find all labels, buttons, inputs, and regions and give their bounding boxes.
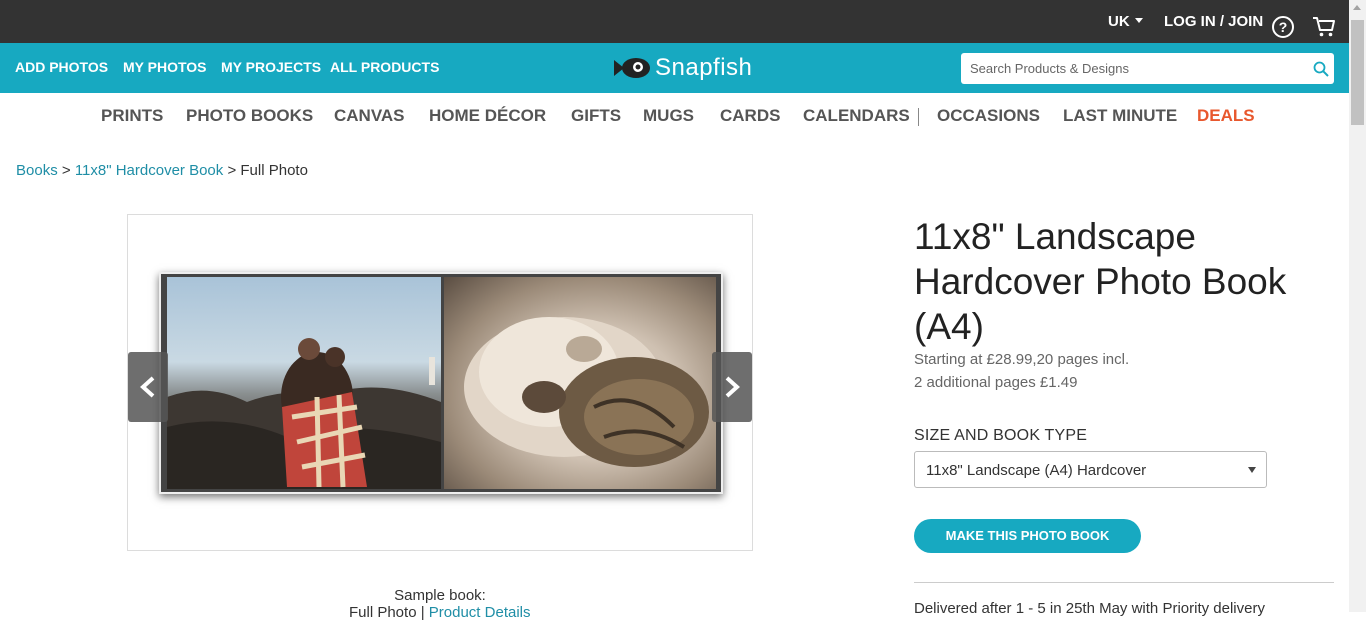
cats-photo xyxy=(444,277,716,489)
section-divider xyxy=(914,582,1334,583)
nav-add-photos[interactable]: ADD PHOTOS xyxy=(15,59,108,75)
make-photo-book-button[interactable]: MAKE THIS PHOTO BOOK xyxy=(914,519,1141,553)
scrollbar-thumb[interactable] xyxy=(1351,20,1364,125)
chevron-left-icon xyxy=(140,376,155,398)
gallery-caption-line2: Full Photo | Product Details xyxy=(349,604,531,621)
logo-text: Snapfish xyxy=(655,54,753,81)
size-book-type-select[interactable]: 11x8" Landscape (A4) Hardcover xyxy=(914,451,1267,488)
price-starting: Starting at £28.99,20 pages incl. xyxy=(914,351,1130,368)
breadcrumb-separator: > xyxy=(61,162,71,179)
product-gallery xyxy=(127,214,753,551)
region-label: UK xyxy=(1108,13,1130,30)
breadcrumb-current: Full Photo xyxy=(240,162,308,179)
gallery-next-button[interactable] xyxy=(712,352,752,422)
category-divider xyxy=(918,108,919,126)
region-selector[interactable]: UK xyxy=(1108,13,1143,30)
search-input[interactable] xyxy=(961,53,1301,84)
nav-my-projects[interactable]: MY PROJECTS xyxy=(221,59,321,75)
breadcrumb-hardcover-book[interactable]: 11x8" Hardcover Book xyxy=(75,162,223,179)
gallery-caption: Sample book: xyxy=(394,587,486,604)
nav-my-photos[interactable]: MY PHOTOS xyxy=(123,59,207,75)
main-nav-bar: ADD PHOTOS MY PHOTOS MY PROJECTS ALL PRO… xyxy=(0,43,1349,93)
gallery-prev-button[interactable] xyxy=(128,352,168,422)
category-nav: PRINTS PHOTO BOOKS CANVAS HOME DÉCOR GIF… xyxy=(0,93,1349,139)
couple-photo xyxy=(167,277,441,489)
breadcrumb-separator: > xyxy=(227,162,237,179)
cat-calendars[interactable]: CALENDARS xyxy=(803,106,910,126)
price-additional-pages: 2 additional pages £1.49 xyxy=(914,374,1078,391)
snapfish-logo[interactable]: Snapfish xyxy=(612,52,752,84)
help-icon[interactable]: ? xyxy=(1272,16,1294,38)
top-utility-bar: UK LOG IN / JOIN ? xyxy=(0,0,1349,43)
breadcrumb: Books > 11x8" Hardcover Book > Full Phot… xyxy=(16,162,308,179)
caption-separator: | xyxy=(416,604,429,621)
cat-last-minute[interactable]: LAST MINUTE xyxy=(1063,106,1177,126)
cat-home-decor[interactable]: HOME DÉCOR xyxy=(429,106,546,126)
login-join-link[interactable]: LOG IN / JOIN xyxy=(1164,13,1263,30)
nav-all-products[interactable]: ALL PRODUCTS xyxy=(330,59,439,75)
dropdown-arrow-icon xyxy=(1248,467,1256,473)
caption-style-label: Full Photo xyxy=(349,604,417,621)
size-select-value: 11x8" Landscape (A4) Hardcover xyxy=(926,462,1147,479)
fish-logo-icon xyxy=(614,58,650,78)
product-title: 11x8" Landscape Hardcover Photo Book (A4… xyxy=(914,216,1287,347)
page-scrollbar[interactable] xyxy=(1349,0,1366,612)
open-book-image xyxy=(159,272,723,494)
cat-photo-books[interactable]: PHOTO BOOKS xyxy=(186,106,313,126)
product-details-link[interactable]: Product Details xyxy=(429,604,531,621)
cat-prints[interactable]: PRINTS xyxy=(101,106,163,126)
cat-occasions[interactable]: OCCASIONS xyxy=(937,106,1040,126)
cat-mugs[interactable]: MUGS xyxy=(643,106,694,126)
delivery-info: Delivered after 1 - 5 in 25th May with P… xyxy=(914,600,1265,617)
cat-deals[interactable]: DEALS xyxy=(1197,106,1255,126)
cat-gifts[interactable]: GIFTS xyxy=(571,106,621,126)
size-book-type-label: SIZE AND BOOK TYPE xyxy=(914,427,1088,444)
scroll-up-arrow-icon[interactable] xyxy=(1353,5,1361,10)
breadcrumb-books[interactable]: Books xyxy=(16,162,58,179)
search-icon[interactable] xyxy=(1313,61,1329,77)
cat-canvas[interactable]: CANVAS xyxy=(334,106,405,126)
cat-cards[interactable]: CARDS xyxy=(720,106,780,126)
chevron-down-icon xyxy=(1134,18,1143,23)
cart-icon[interactable] xyxy=(1312,16,1336,38)
search-box xyxy=(961,53,1334,84)
product-price: Starting at £28.99,20 pages incl. 2 addi… xyxy=(914,348,1129,394)
chevron-right-icon xyxy=(725,376,740,398)
